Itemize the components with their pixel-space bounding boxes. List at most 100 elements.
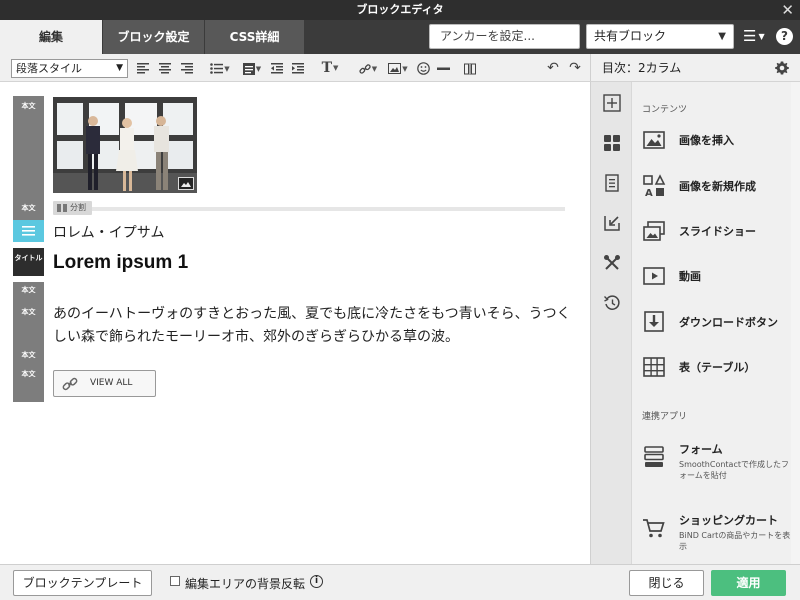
download-icon [642, 310, 666, 334]
image-settings-icon[interactable] [178, 177, 194, 190]
panel-scrollbar[interactable] [791, 82, 800, 564]
align-right-icon[interactable] [180, 59, 194, 77]
block-strip-body[interactable]: 本文 [13, 96, 44, 200]
panel-item-label: 動画 [679, 270, 701, 283]
horizontal-rule-icon[interactable] [436, 59, 450, 77]
format-toolbar: 段落スタイル ▼ ▼ ▼ T▼ ▼ ▼ ↶ ↷ [0, 54, 590, 82]
chevron-down-icon: ▼ [116, 63, 123, 73]
indent-icon[interactable] [291, 59, 305, 77]
panel-item-slideshow[interactable]: スライドショー [642, 217, 792, 245]
body-paragraph[interactable]: あのイーハトーヴォのすきとおった風、夏でも底に冷たさをもつ青いそら、うつくしい森… [53, 303, 578, 349]
chevron-down-icon: ▼ [371, 64, 378, 73]
tab-bar: 編集 ブロック設定 CSS詳細 アンカーを設定... 共有ブロック ▼ ☰ ▼ ? [0, 20, 800, 54]
chevron-down-icon: ▼ [402, 64, 408, 73]
section-label-contents: コンテンツ [642, 105, 688, 115]
emoji-icon[interactable] [416, 59, 430, 77]
chevron-down-icon: ▼ [718, 31, 726, 42]
divider-label: 分割 [70, 203, 86, 212]
close-button[interactable]: 閉じる [629, 570, 704, 596]
block-label: 本文 [21, 102, 36, 110]
block-label: 本文 [21, 308, 36, 316]
panel-item-form[interactable]: フォーム SmoothContactで作成したフォームを貼付 [642, 435, 792, 481]
content-panel: コンテンツ 画像を挿入 A 画像を新規作成 スライドショー 動画 ダウンロードボ… [590, 82, 800, 564]
block-format-icon[interactable]: ▼ [240, 59, 264, 77]
list-icon[interactable]: ▼ [208, 59, 232, 77]
block-label: 本文 [21, 204, 36, 212]
shared-block-select[interactable]: 共有ブロック ▼ [586, 24, 734, 49]
panel-item-insert-image[interactable]: 画像を挿入 [642, 126, 792, 154]
page-icon[interactable] [602, 174, 622, 194]
panel-item-label: 画像を新規作成 [679, 180, 756, 193]
undo-icon[interactable]: ↶ [546, 59, 560, 77]
paragraph-style-select[interactable]: 段落スタイル ▼ [11, 59, 128, 78]
block-template-button[interactable]: ブロックテンプレート [13, 570, 152, 596]
view-all-button[interactable]: VIEW ALL [53, 370, 156, 397]
tab-block-settings[interactable]: ブロック設定 [102, 20, 204, 54]
title-bar: ブロックエディタ ✕ [0, 0, 800, 20]
chevron-down-icon: ▼ [224, 64, 230, 73]
hamburger-icon: ☰ [743, 27, 757, 45]
anchor-input[interactable]: アンカーを設定... [429, 24, 580, 49]
outdent-icon[interactable] [270, 59, 284, 77]
block-strip-selected[interactable] [13, 220, 44, 242]
align-left-icon[interactable] [136, 59, 150, 77]
panel-item-download-button[interactable]: ダウンロードボタン [642, 308, 792, 336]
image-icon [642, 128, 666, 152]
chevron-down-icon: ▼ [758, 32, 765, 41]
text-style-icon[interactable]: T▼ [318, 59, 342, 77]
panel-item-label: フォーム [679, 443, 723, 456]
business-photo[interactable] [53, 97, 197, 193]
block-label: 本文 [21, 351, 36, 359]
close-icon[interactable]: ✕ [781, 0, 794, 20]
menu-button[interactable]: ☰ ▼ [743, 24, 771, 49]
link-icon[interactable]: ▼ [356, 59, 380, 77]
redo-icon[interactable]: ↷ [568, 59, 582, 77]
editor-area[interactable]: 本文 本文 タイトル 本文 本文 本文 本文 分割 ロレム・イプサム Lorem… [0, 82, 590, 564]
block-strip-body[interactable]: 本文 [13, 366, 44, 402]
section-divider [53, 207, 565, 211]
video-icon [642, 264, 666, 288]
bg-invert-checkbox[interactable] [170, 576, 180, 586]
panel-item-description: SmoothContactで作成したフォームを貼付 [679, 460, 789, 480]
title-text[interactable]: Lorem ipsum 1 [53, 252, 188, 274]
import-icon[interactable] [602, 214, 622, 234]
panel-item-label: スライドショー [679, 225, 756, 238]
block-label: 本文 [21, 370, 36, 378]
block-strip-body[interactable]: 本文 [13, 200, 44, 220]
chevron-down-icon: ▼ [255, 64, 262, 73]
block-label: 本文 [21, 286, 36, 294]
tab-edit[interactable]: 編集 [0, 20, 102, 54]
panel-item-label: ショッピングカート [679, 514, 778, 527]
panel-item-create-image[interactable]: A 画像を新規作成 [642, 172, 792, 200]
grid-icon[interactable] [602, 134, 622, 154]
tools-icon[interactable] [602, 254, 622, 274]
panel-item-label: 画像を挿入 [679, 134, 734, 147]
panel-item-table[interactable]: 表（テーブル） [642, 353, 792, 381]
apply-button[interactable]: 適用 [711, 570, 786, 596]
block-strip-body[interactable]: 本文 [13, 344, 44, 366]
tab-css-details[interactable]: CSS詳細 [204, 20, 304, 54]
add-block-icon[interactable] [602, 94, 622, 114]
panel-item-shopping-cart[interactable]: ショッピングカート BiND Cartの商品やカートを表示 [642, 506, 792, 552]
bg-invert-label[interactable]: 編集エリアの背景反転 [185, 575, 305, 592]
gear-icon[interactable] [774, 60, 790, 76]
panel-item-video[interactable]: 動画 [642, 262, 792, 290]
footer-bar: ブロックテンプレート 編集エリアの背景反転 i 閉じる 適用 [0, 564, 800, 600]
divider-tag[interactable]: 分割 [53, 201, 92, 215]
image-icon[interactable]: ▼ [386, 59, 410, 77]
panel-item-label: 表（テーブル） [679, 361, 756, 374]
paragraph-style-value: 段落スタイル [16, 62, 82, 75]
help-icon[interactable]: ? [776, 28, 793, 45]
info-icon[interactable]: i [310, 575, 323, 588]
shapes-icon: A [642, 174, 666, 199]
section-label-linked-apps: 連携アプリ [642, 412, 688, 422]
align-center-icon[interactable] [158, 59, 172, 77]
panel-item-label: ダウンロードボタン [679, 316, 778, 329]
form-icon [642, 445, 666, 469]
block-strip-body[interactable]: 本文 [13, 282, 44, 302]
columns-icon[interactable] [463, 59, 477, 77]
window-title: ブロックエディタ [356, 3, 444, 16]
history-icon[interactable] [602, 294, 622, 314]
block-strip-title[interactable]: タイトル [13, 248, 44, 276]
subheading-text[interactable]: ロレム・イプサム [53, 222, 164, 242]
